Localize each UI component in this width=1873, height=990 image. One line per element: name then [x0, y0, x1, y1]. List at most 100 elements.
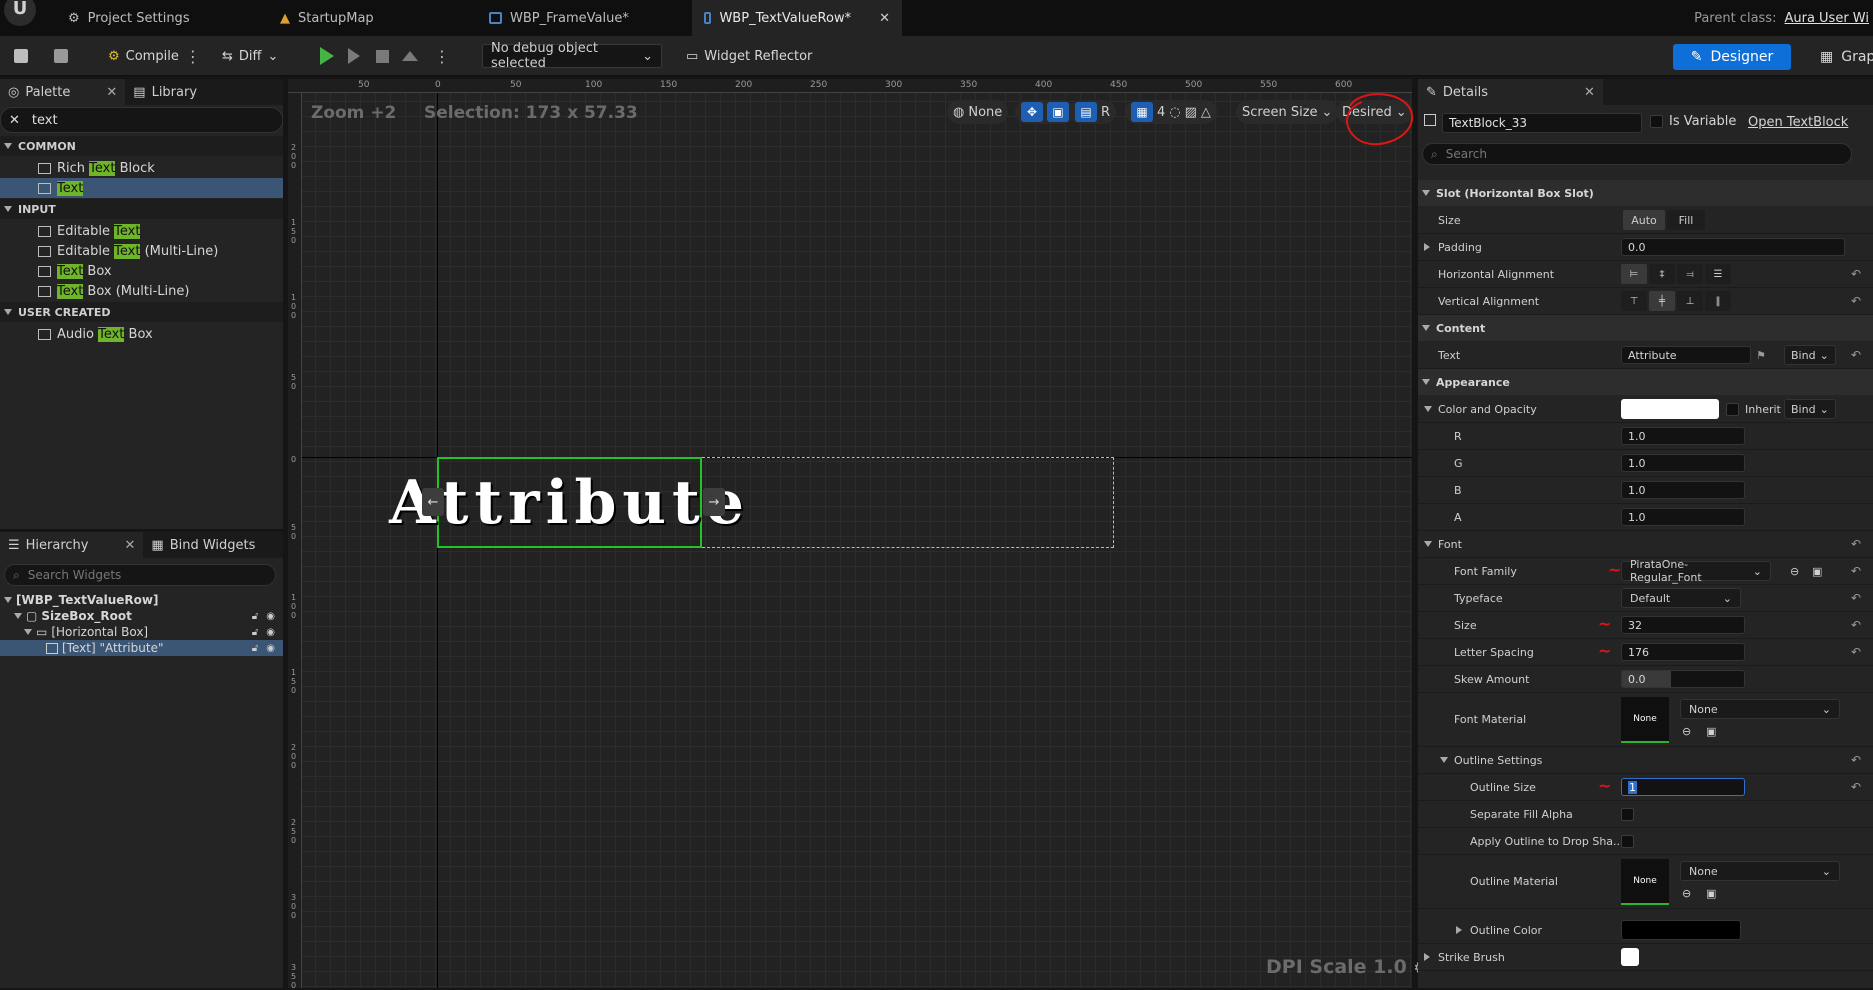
tab-wbp-framevalue[interactable]: WBP_FrameValue* — [477, 0, 641, 36]
widget-reflector-button[interactable]: ▭ Widget Reflector — [680, 42, 818, 70]
apply-outline-checkbox[interactable] — [1621, 834, 1634, 848]
align-right-icon[interactable]: ⫤ — [1677, 264, 1703, 284]
eye-icon[interactable]: ◉ — [266, 643, 275, 654]
palette-search-input[interactable]: ✕ text — [0, 107, 283, 133]
image-icon[interactable]: ▨ — [1185, 105, 1197, 120]
section-appearance[interactable]: Appearance — [1418, 369, 1873, 395]
close-icon[interactable]: ✕ — [879, 11, 890, 26]
hierarchy-row-text[interactable]: [Text] "Attribute" 🔓︎ ◉ — [0, 640, 283, 656]
close-icon[interactable]: ✕ — [1584, 85, 1595, 100]
reset-icon[interactable]: ↶ — [1851, 591, 1861, 605]
expand-icon[interactable] — [1424, 953, 1430, 961]
skew-slider[interactable]: 0.0 — [1621, 670, 1745, 688]
category-common[interactable]: COMMON — [0, 136, 283, 156]
font-material-thumbnail[interactable]: None — [1621, 697, 1669, 743]
arrow-right-icon[interactable]: → — [703, 488, 725, 516]
text-widget-preview[interactable]: Attribute — [389, 457, 744, 548]
expand-icon[interactable] — [1456, 926, 1462, 934]
hierarchy-row-root[interactable]: [WBP_TextValueRow] — [0, 592, 283, 608]
transform-icon[interactable]: ✥ — [1021, 102, 1043, 122]
collapse-icon[interactable] — [1440, 757, 1448, 763]
diff-button[interactable]: ⇆ Diff ⌄ — [216, 42, 284, 70]
is-variable-checkbox[interactable]: Is Variable — [1650, 114, 1736, 129]
b-input[interactable]: 1.0 — [1621, 481, 1745, 499]
reset-icon[interactable]: ↶ — [1851, 564, 1861, 578]
font-family-dropdown[interactable]: PirataOne-Regular_Font ⌄ — [1621, 558, 1771, 584]
collapse-icon[interactable] — [1424, 541, 1432, 547]
reset-icon[interactable]: ↶ — [1851, 348, 1861, 362]
reset-icon[interactable]: ↶ — [1851, 645, 1861, 659]
lock-icon[interactable]: 🔓︎ — [252, 643, 258, 654]
palette-item-text[interactable]: Text — [0, 178, 283, 198]
palette-item-editable-text-multiline[interactable]: Editable Text (Multi-Line) — [0, 241, 283, 261]
inherit-checkbox[interactable]: Inherit — [1726, 402, 1781, 416]
color-bind-dropdown[interactable]: Bind ⌄ — [1784, 399, 1836, 419]
play-options-button[interactable]: ⋮ — [428, 42, 456, 70]
lock-icon[interactable]: 🔓︎ — [252, 611, 258, 622]
outline-size-input[interactable]: 1 — [1621, 778, 1745, 796]
eject-button[interactable] — [396, 42, 424, 70]
section-content[interactable]: Content — [1418, 315, 1873, 341]
parent-class-link[interactable]: Aura User Wi — [1784, 11, 1869, 26]
align-fill-icon[interactable]: ☰ — [1705, 264, 1731, 284]
play-button[interactable] — [314, 42, 340, 70]
align-top-icon[interactable]: ⊤ — [1621, 291, 1647, 311]
palette-item-rich-text-block[interactable]: Rich Text Block — [0, 158, 283, 178]
r-input[interactable]: 1.0 — [1621, 427, 1745, 445]
outline-material-dropdown[interactable]: None ⌄ — [1680, 861, 1840, 881]
reset-icon[interactable]: ↶ — [1851, 753, 1861, 767]
outline-material-thumbnail[interactable]: None — [1621, 859, 1669, 905]
color-swatch[interactable] — [1621, 399, 1719, 419]
tab-palette[interactable]: ◎ Palette ✕ — [0, 79, 126, 105]
size-auto-button[interactable]: Auto — [1623, 210, 1665, 230]
screen-size-dropdown[interactable]: Screen Size ⌄ — [1236, 100, 1339, 124]
text-bind-dropdown[interactable]: Bind ⌄ — [1784, 345, 1836, 365]
tab-wbp-textvaluerow[interactable]: WBP_TextValueRow* ✕ — [692, 0, 902, 36]
widget-name-input[interactable]: TextBlock_33 — [1442, 113, 1642, 133]
outline-icon[interactable]: ◌ — [1169, 105, 1180, 120]
grid-icon[interactable]: ▦ — [1131, 102, 1153, 122]
tab-library[interactable]: ▤ Library — [125, 79, 205, 105]
checkbox[interactable] — [1726, 402, 1739, 416]
reset-icon[interactable]: ↶ — [1851, 780, 1861, 794]
palette-item-editable-text[interactable]: Editable Text — [0, 221, 283, 241]
align-middle-icon[interactable]: ╪ — [1649, 291, 1675, 311]
reset-icon[interactable]: ↶ — [1851, 294, 1861, 308]
palette-item-text-box[interactable]: Text Box — [0, 261, 283, 281]
g-input[interactable]: 1.0 — [1621, 454, 1745, 472]
tab-bind-widgets[interactable]: ▦ Bind Widgets — [143, 532, 263, 558]
layout-icon[interactable]: ▤ — [1075, 102, 1097, 122]
hierarchy-row-sizebox[interactable]: ▢ SizeBox_Root 🔓︎ ◉ — [0, 608, 283, 624]
padding-input[interactable]: 0.0 — [1621, 238, 1845, 256]
folder-icon[interactable]: ▣ — [1812, 565, 1822, 578]
tab-startup-map[interactable]: ▲ StartupMap — [268, 0, 386, 36]
palette-item-audio-text-box[interactable]: Audio Text Box — [0, 324, 283, 344]
debug-object-dropdown[interactable]: No debug object selected ⌄ — [482, 41, 662, 71]
folder-icon[interactable]: ▣ — [1706, 725, 1716, 738]
category-input[interactable]: INPUT — [0, 199, 283, 219]
browse-icon[interactable]: ⊖ — [1682, 725, 1691, 738]
outline-color-swatch[interactable] — [1621, 920, 1741, 940]
lock-icon[interactable]: ▣ — [1047, 102, 1069, 122]
browse-button[interactable] — [48, 42, 74, 70]
section-slot[interactable]: Slot (Horizontal Box Slot) — [1418, 180, 1873, 206]
collapse-icon[interactable] — [1424, 406, 1432, 412]
category-user-created[interactable]: USER CREATED — [0, 302, 283, 322]
arrow-left-icon[interactable]: ← — [422, 488, 444, 516]
strike-brush-swatch[interactable] — [1621, 948, 1639, 966]
clear-search-icon[interactable]: ✕ — [9, 113, 20, 128]
text-input[interactable]: Attribute — [1621, 346, 1751, 364]
grid-size[interactable]: 4 — [1157, 105, 1165, 120]
localization-preview-button[interactable]: ◍ None — [947, 100, 1009, 124]
folder-icon[interactable]: ▣ — [1706, 887, 1716, 900]
designer-button[interactable]: ✎ Designer — [1673, 44, 1791, 70]
hierarchy-search-input[interactable]: ⌕ Search Widgets — [4, 564, 276, 586]
open-textblock-link[interactable]: Open TextBlock — [1748, 115, 1848, 130]
save-button[interactable] — [8, 42, 34, 70]
reset-icon[interactable]: ↶ — [1851, 537, 1861, 551]
reset-icon[interactable]: ↶ — [1851, 618, 1861, 632]
tab-hierarchy[interactable]: ☰ Hierarchy ✕ — [0, 532, 144, 558]
tab-details[interactable]: ✎ Details ✕ — [1418, 79, 1603, 105]
palette-item-text-box-multiline[interactable]: Text Box (Multi-Line) — [0, 281, 283, 301]
step-button[interactable] — [342, 42, 366, 70]
